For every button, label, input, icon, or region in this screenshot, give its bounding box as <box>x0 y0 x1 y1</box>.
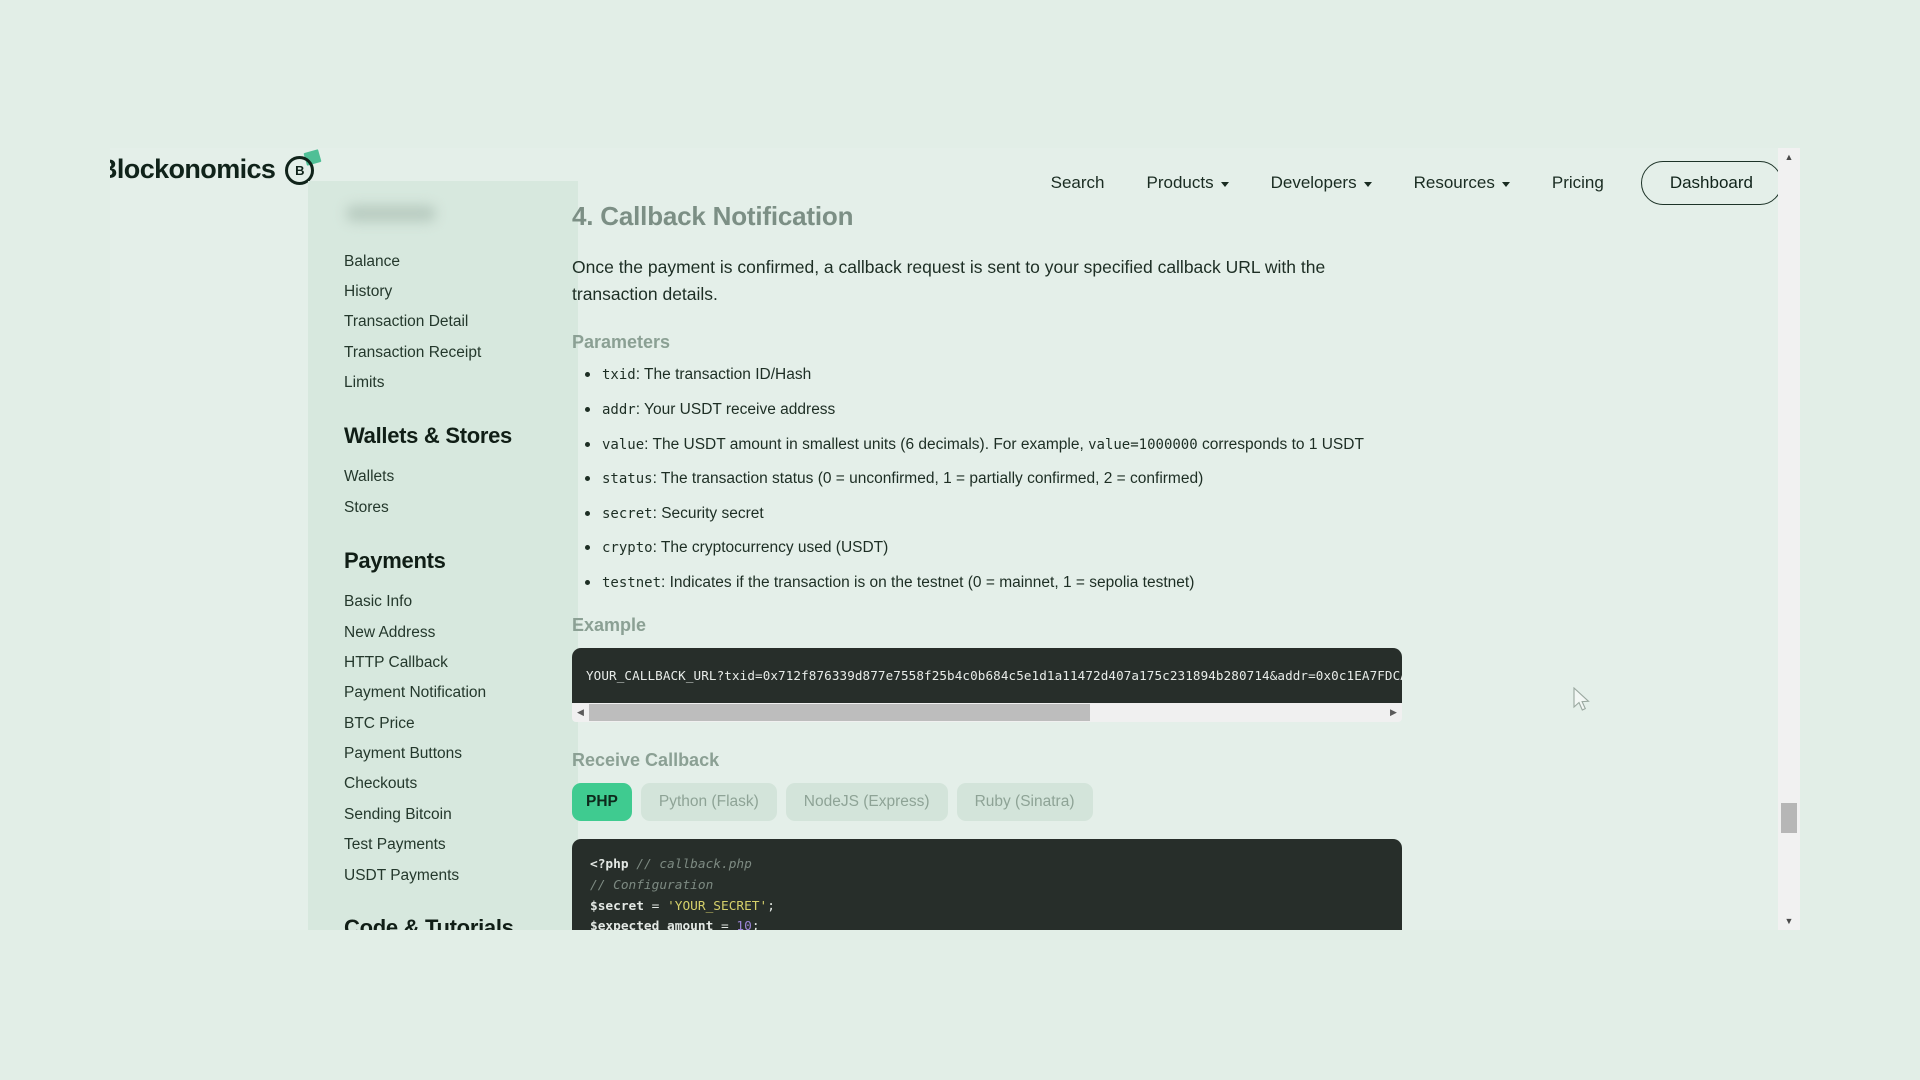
page-vertical-scrollbar[interactable]: ▲ ▼ <box>1778 148 1800 930</box>
param-code: value <box>602 436 645 453</box>
page-title: 4. Callback Notification <box>572 201 854 231</box>
sidebar-heading-wallets-stores: Wallets & Stores <box>344 422 512 448</box>
sidebar-item-wallets[interactable]: Wallets <box>344 462 578 492</box>
param-desc: : The cryptocurrency used (USDT) <box>652 539 889 557</box>
param-desc: : The transaction ID/Hash <box>635 366 812 384</box>
tab-ruby-sinatra[interactable]: Ruby (Sinatra) <box>956 783 1093 822</box>
browser-page: Blockonomics B Search Products Developer… <box>110 148 1800 930</box>
param-desc: : Security secret <box>652 504 764 522</box>
list-item: value: The USDT amount in smallest units… <box>572 435 1402 455</box>
param-code-inline: value=1000000 <box>1088 436 1198 453</box>
scroll-thumb[interactable] <box>589 704 1091 722</box>
scroll-thumb[interactable] <box>1781 803 1797 833</box>
sidebar-blurred-heading <box>346 205 436 222</box>
sidebar-heading-code-tutorials: Code & Tutorials <box>344 915 514 930</box>
brand-name: Blockonomics <box>110 154 276 184</box>
param-desc: : Indicates if the transaction is on the… <box>661 574 1195 592</box>
sidebar-item-limits[interactable]: Limits <box>344 368 578 398</box>
receive-callback-heading: Receive Callback <box>572 750 720 771</box>
intro-paragraph: Once the payment is confirmed, a callbac… <box>572 257 1326 305</box>
scroll-up-arrow-icon[interactable]: ▲ <box>1778 148 1800 166</box>
docs-main-content: 4. Callback Notification Once the paymen… <box>572 181 1772 930</box>
param-code: crypto <box>602 540 653 557</box>
php-code-block[interactable]: <?php // callback.php // Configuration $… <box>572 839 1402 930</box>
tab-nodejs-express[interactable]: NodeJS (Express) <box>785 783 948 822</box>
sidebar-item-basic-info[interactable]: Basic Info <box>344 587 578 617</box>
parameters-list: txid: The transaction ID/Hash addr: Your… <box>572 365 1402 593</box>
param-desc: : The USDT amount in smallest units (6 d… <box>644 435 1089 453</box>
php-op: = <box>643 898 668 914</box>
sidebar-item-usdt-payments[interactable]: USDT Payments <box>344 860 578 890</box>
list-item: crypto: The cryptocurrency used (USDT) <box>572 538 1402 558</box>
param-code: testnet <box>602 575 662 592</box>
brand-logo[interactable]: Blockonomics B <box>110 149 322 186</box>
scroll-right-arrow-icon[interactable]: ▶ <box>1385 707 1402 718</box>
list-item: status: The transaction status (0 = unco… <box>572 469 1402 489</box>
php-code-text: <?php // callback.php // Configuration $… <box>590 855 1384 930</box>
php-open-tag: <?php <box>590 857 629 873</box>
php-op: = <box>713 919 737 930</box>
scroll-down-arrow-icon[interactable]: ▼ <box>1778 912 1800 930</box>
sidebar-item-new-address[interactable]: New Address <box>344 617 578 647</box>
param-code: txid <box>602 367 636 384</box>
php-semicolon: ; <box>767 898 775 914</box>
php-amount-value: 10 <box>736 919 752 930</box>
callback-url-text: YOUR_CALLBACK_URL?txid=0x712f876339d877e… <box>586 668 1402 684</box>
sidebar-item-test-payments[interactable]: Test Payments <box>344 830 578 860</box>
language-tabs: PHP Python (Flask) NodeJS (Express) Ruby… <box>572 783 1402 822</box>
list-item: addr: Your USDT receive address <box>572 400 1402 420</box>
tab-python-flask[interactable]: Python (Flask) <box>640 783 777 822</box>
sidebar-item-transaction-detail[interactable]: Transaction Detail <box>344 307 578 337</box>
sidebar-item-payment-notification[interactable]: Payment Notification <box>344 678 578 708</box>
param-desc: : The transaction status (0 = unconfirme… <box>652 470 1204 488</box>
parameters-heading: Parameters <box>572 332 671 353</box>
sidebar-item-history[interactable]: History <box>344 276 578 306</box>
sidebar-item-http-callback[interactable]: HTTP Callback <box>344 647 578 677</box>
example-heading: Example <box>572 615 647 636</box>
scroll-left-arrow-icon[interactable]: ◀ <box>572 707 589 718</box>
param-desc-cont: corresponds to 1 USDT <box>1197 435 1364 453</box>
param-code: secret <box>602 505 653 522</box>
param-code: status <box>602 471 653 488</box>
sidebar-item-btc-price[interactable]: BTC Price <box>344 708 578 738</box>
sidebar-heading-payments: Payments <box>344 547 446 573</box>
sidebar-item-transaction-receipt[interactable]: Transaction Receipt <box>344 337 578 367</box>
param-desc: : Your USDT receive address <box>635 400 836 418</box>
php-file-comment: // callback.php <box>628 857 752 873</box>
php-secret-value: 'YOUR_SECRET' <box>667 898 768 914</box>
tab-php[interactable]: PHP <box>572 783 632 822</box>
scroll-track[interactable] <box>589 703 1385 723</box>
callback-url-code[interactable]: YOUR_CALLBACK_URL?txid=0x712f876339d877e… <box>572 648 1402 704</box>
docs-sidebar[interactable]: Balance History Transaction Detail Trans… <box>308 181 578 930</box>
logo-letter: B <box>295 163 305 178</box>
sidebar-item-stores[interactable]: Stores <box>344 492 578 522</box>
list-item: testnet: Indicates if the transaction is… <box>572 573 1402 593</box>
list-item: txid: The transaction ID/Hash <box>572 365 1402 385</box>
code-horizontal-scrollbar[interactable]: ◀ ▶ <box>572 703 1402 723</box>
param-code: addr <box>602 401 636 418</box>
screen: Blockonomics B Search Products Developer… <box>0 0 1920 1080</box>
sidebar-item-payment-buttons[interactable]: Payment Buttons <box>344 739 578 769</box>
sidebar-item-checkouts[interactable]: Checkouts <box>344 769 578 799</box>
example-code-block: YOUR_CALLBACK_URL?txid=0x712f876339d877e… <box>572 648 1402 723</box>
sidebar-item-sending-bitcoin[interactable]: Sending Bitcoin <box>344 799 578 829</box>
php-secret-var: $secret <box>590 898 644 914</box>
php-semicolon: ; <box>751 919 760 930</box>
php-config-comment: // Configuration <box>590 877 714 893</box>
list-item: secret: Security secret <box>572 504 1402 524</box>
php-amount-var: $expected_amount <box>590 919 714 930</box>
sidebar-item-balance[interactable]: Balance <box>344 246 578 276</box>
